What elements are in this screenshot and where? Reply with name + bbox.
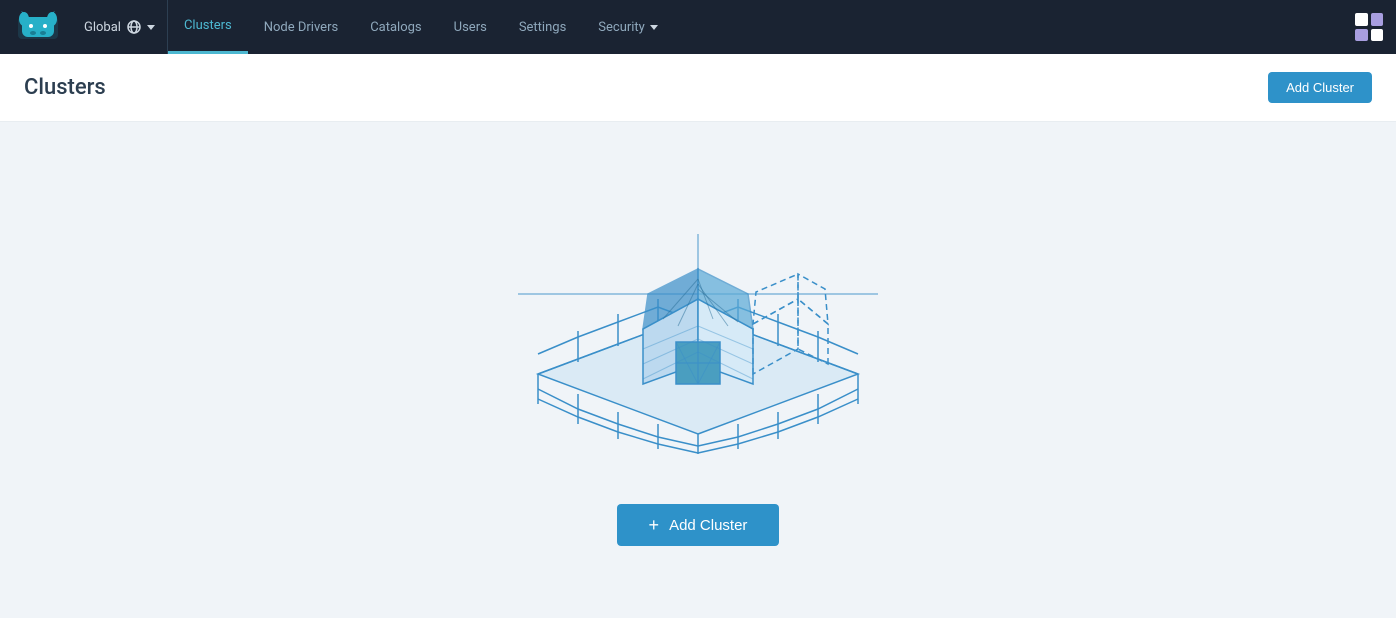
nav-link-security[interactable]: Security [582,0,674,54]
page-title: Clusters [24,75,106,100]
empty-illustration [488,174,908,474]
globe-icon [127,20,141,34]
empty-state: + Add Cluster [0,122,1396,618]
nav-right [1342,0,1396,54]
add-cluster-header-button[interactable]: Add Cluster [1268,72,1372,103]
global-dropdown[interactable]: Global [72,0,168,54]
navbar: Global Clusters Node Drivers Catalogs Us… [0,0,1396,54]
global-chevron-icon [147,25,155,30]
app-switcher-button[interactable] [1342,0,1396,54]
nav-link-clusters[interactable]: Clusters [168,0,248,54]
nav-link-catalogs[interactable]: Catalogs [354,0,437,54]
add-cluster-main-button[interactable]: + Add Cluster [617,504,780,546]
logo-icon [16,9,60,45]
security-chevron-icon [650,25,658,30]
grid-icon [1355,13,1383,41]
app-logo[interactable] [8,0,68,54]
nav-link-settings[interactable]: Settings [503,0,582,54]
nav-link-node-drivers[interactable]: Node Drivers [248,0,354,54]
page-header: Clusters Add Cluster [0,54,1396,122]
global-label: Global [84,20,121,35]
nav-link-users[interactable]: Users [438,0,503,54]
nav-links: Clusters Node Drivers Catalogs Users Set… [168,0,1342,54]
plus-icon: + [649,516,660,534]
